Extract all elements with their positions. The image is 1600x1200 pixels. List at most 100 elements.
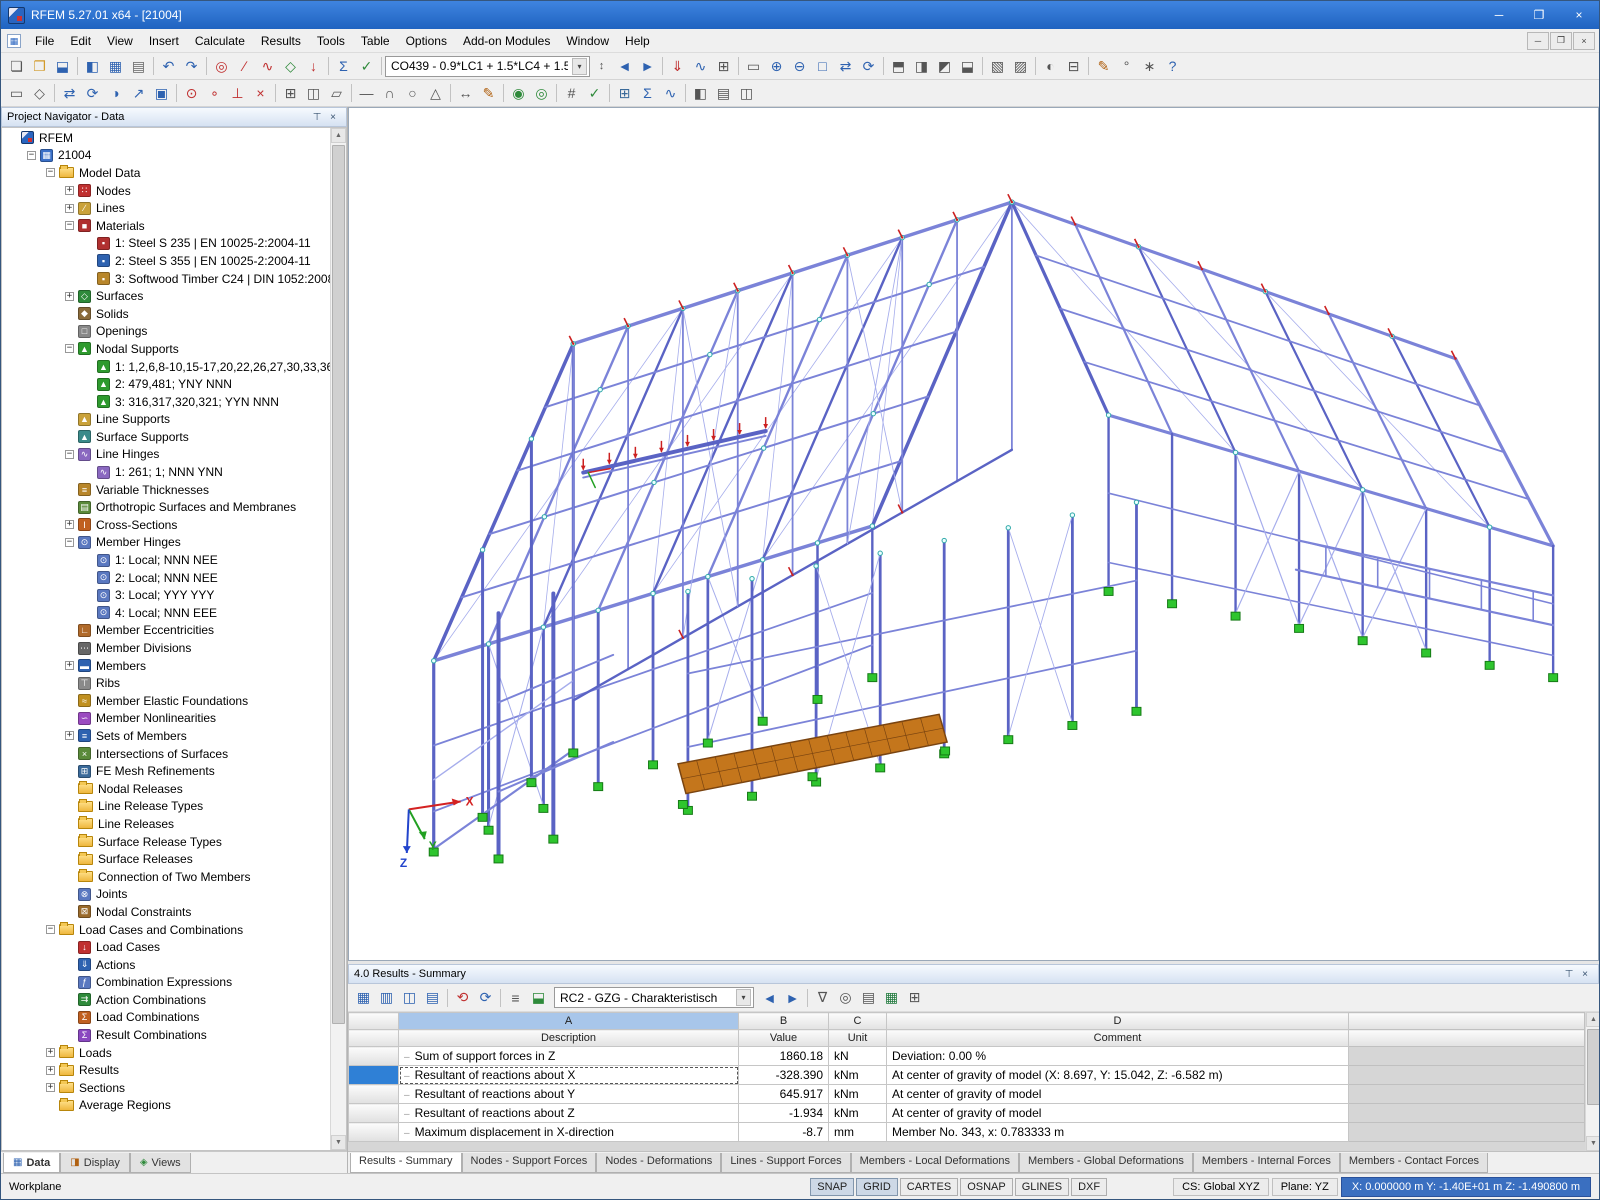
results-tab-members-global-deformations[interactable]: Members - Global Deformations (1019, 1153, 1193, 1173)
restore-icon[interactable]: ❐ (1519, 2, 1559, 28)
zoom-in-button[interactable]: ⊕ (765, 55, 788, 78)
tree-item-member-eccentricities[interactable]: ∟Member Eccentricities (2, 622, 330, 640)
display-options-button[interactable]: ◧ (689, 82, 712, 105)
status-toggle-osnap[interactable]: OSNAP (960, 1178, 1013, 1196)
tree-item-4-local-nnn-eee[interactable]: ⊙4: Local; NNN EEE (2, 604, 330, 622)
line-tool-button[interactable]: — (355, 82, 378, 105)
tree-item-member-elastic-foundations[interactable]: ≈Member Elastic Foundations (2, 692, 330, 710)
status-toggle-grid[interactable]: GRID (856, 1178, 898, 1196)
cell-comment[interactable]: At center of gravity of model (887, 1104, 1349, 1123)
view-x-button[interactable]: ◨ (910, 55, 933, 78)
open-file-button[interactable]: ❐ (28, 55, 51, 78)
tree-item-fe-mesh-refinements[interactable]: ⊞FE Mesh Refinements (2, 762, 330, 780)
collapse-icon[interactable]: − (46, 168, 55, 177)
zoom-all-button[interactable]: □ (811, 55, 834, 78)
menu-edit[interactable]: Edit (62, 30, 99, 52)
tree-item-load-cases-and-combinations[interactable]: −Load Cases and Combinations (2, 921, 330, 939)
rotate-view-button[interactable]: ⟳ (857, 55, 880, 78)
tree-item-load-cases[interactable]: ↓Load Cases (2, 938, 330, 956)
table-scroll-down-icon[interactable]: ▼ (1586, 1136, 1599, 1151)
menu-calculate[interactable]: Calculate (187, 30, 253, 52)
menu-tools[interactable]: Tools (309, 30, 353, 52)
tree-item-solids[interactable]: ◆Solids (2, 305, 330, 323)
tree-item-loads[interactable]: +Loads (2, 1044, 330, 1062)
tree-item-line-supports[interactable]: ▲Line Supports (2, 411, 330, 429)
results-close-icon[interactable]: × (1577, 967, 1593, 982)
results-tab-members-internal-forces[interactable]: Members - Internal Forces (1193, 1153, 1340, 1173)
row-selector[interactable] (349, 1123, 399, 1142)
menu-table[interactable]: Table (353, 30, 398, 52)
mirror-object-button[interactable]: ◑ (104, 82, 127, 105)
tree-item-cross-sections[interactable]: +ICross-Sections (2, 516, 330, 534)
previous-table-button[interactable]: ◄ (758, 986, 781, 1009)
show-values-button[interactable]: ⊞ (712, 55, 735, 78)
structural-model-3d[interactable]: XYZ (349, 108, 1598, 960)
cell-unit[interactable]: kNm (829, 1104, 887, 1123)
table-row[interactable]: –Resultant of reactions about Z-1.934kNm… (349, 1104, 1585, 1123)
results-tab-results-summary[interactable]: Results - Summary (350, 1153, 462, 1173)
menu-insert[interactable]: Insert (141, 30, 187, 52)
expand-icon[interactable]: + (65, 520, 74, 529)
tree-item-member-hinges[interactable]: −⊙Member Hinges (2, 534, 330, 552)
tree-item-lines[interactable]: +∕Lines (2, 199, 330, 217)
select-special-button[interactable]: ▨ (1009, 55, 1032, 78)
display-properties-button[interactable]: ✎ (1092, 55, 1115, 78)
results-table[interactable]: ABCDDescriptionValueUnitComment–Sum of s… (348, 1012, 1585, 1142)
scale-object-button[interactable]: ↗ (127, 82, 150, 105)
next-table-button[interactable]: ► (781, 986, 804, 1009)
table-scroll-thumb[interactable] (1587, 1029, 1599, 1105)
model-viewport[interactable]: XYZ (348, 107, 1599, 961)
tree-item-actions[interactable]: ⇓Actions (2, 956, 330, 974)
tree-item-action-combinations[interactable]: ⇉Action Combinations (2, 991, 330, 1009)
refresh-results-button[interactable]: ⟲ (451, 986, 474, 1009)
status-toggle-snap[interactable]: SNAP (810, 1178, 854, 1196)
expand-icon[interactable]: + (46, 1083, 55, 1092)
isolate-objects-button[interactable]: ◎ (530, 82, 553, 105)
cell-description[interactable]: –Sum of support forces in Z (399, 1047, 739, 1066)
tree-item-21004[interactable]: −▦21004 (2, 147, 330, 165)
calculate-all-button[interactable]: Σ (636, 82, 659, 105)
collapse-icon[interactable]: − (46, 925, 55, 934)
polygon-tool-button[interactable]: △ (424, 82, 447, 105)
table-settings-button[interactable]: ≡ (504, 986, 527, 1009)
cell-value[interactable]: -328.390 (739, 1066, 829, 1085)
results-tab-members-contact-forces[interactable]: Members - Contact Forces (1340, 1153, 1488, 1173)
menu-options[interactable]: Options (398, 30, 455, 52)
tree-item-line-release-types[interactable]: Line Release Types (2, 798, 330, 816)
new-node-button[interactable]: ◎ (210, 55, 233, 78)
tree-item-3-softwood-timber-c24-din-1052-2008-12[interactable]: ▪3: Softwood Timber C24 | DIN 1052:2008-… (2, 270, 330, 288)
cell-comment[interactable]: Deviation: 0.00 % (887, 1047, 1349, 1066)
help-button[interactable]: ? (1161, 55, 1184, 78)
copy-object-button[interactable]: ▣ (150, 82, 173, 105)
table-row[interactable]: –Maximum displacement in X-direction-8.7… (349, 1123, 1585, 1142)
tree-item-surface-release-types[interactable]: Surface Release Types (2, 833, 330, 851)
new-model-button[interactable]: ❏ (5, 55, 28, 78)
program-options-button[interactable]: ∗ (1138, 55, 1161, 78)
expand-icon[interactable]: + (46, 1048, 55, 1057)
tree-item-2-local-nnn-nee[interactable]: ⊙2: Local; NNN NEE (2, 569, 330, 587)
results-tab-lines-support-forces[interactable]: Lines - Support Forces (721, 1153, 850, 1173)
scroll-up-icon[interactable]: ▲ (331, 128, 346, 143)
column-header-a[interactable]: A (399, 1013, 739, 1030)
row-selector[interactable] (349, 1085, 399, 1104)
column-header-d[interactable]: D (887, 1013, 1349, 1030)
save-file-button[interactable]: ⬓ (51, 55, 74, 78)
result-tables-button[interactable]: ▦ (352, 986, 375, 1009)
previous-load-case-button[interactable]: ◄ (613, 55, 636, 78)
expand-icon[interactable]: + (46, 1066, 55, 1075)
tree-item-member-divisions[interactable]: ⋯Member Divisions (2, 639, 330, 657)
navigator-pin-icon[interactable]: ⊤ (309, 110, 325, 125)
tree-item-1-local-nnn-nee[interactable]: ⊙1: Local; NNN NEE (2, 551, 330, 569)
column-header-c[interactable]: C (829, 1013, 887, 1030)
cell-description[interactable]: –Maximum displacement in X-direction (399, 1123, 739, 1142)
calculate-button[interactable]: Σ (332, 55, 355, 78)
units-settings-button[interactable]: ° (1115, 55, 1138, 78)
new-line-button[interactable]: ∕ (233, 55, 256, 78)
screenshot-button[interactable]: ◫ (735, 82, 758, 105)
view-z-button[interactable]: ⬓ (956, 55, 979, 78)
collapse-icon[interactable]: − (65, 450, 74, 459)
tree-item-results[interactable]: +Results (2, 1061, 330, 1079)
tree-item-surface-supports[interactable]: ▲Surface Supports (2, 428, 330, 446)
tree-item-1-1-2-6-8-10-15-17-20-22-26-27-30-33-36-41-43[interactable]: ▲1: 1,2,6,8-10,15-17,20,22,26,27,30,33,3… (2, 358, 330, 376)
snap-middle-button[interactable]: ∘ (203, 82, 226, 105)
